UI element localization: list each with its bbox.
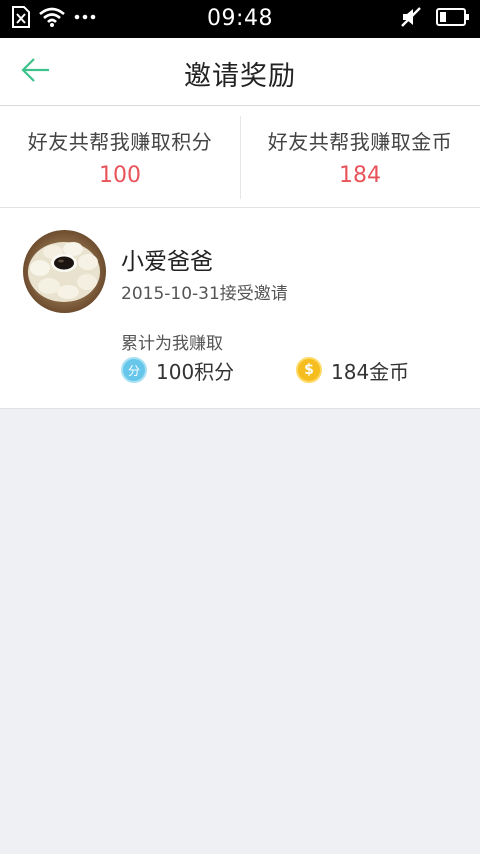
earnings-summary: 好友共帮我赚取积分 100 好友共帮我赚取金币 184 bbox=[0, 106, 480, 208]
coins-summary-value: 184 bbox=[339, 163, 381, 188]
status-right-icons bbox=[400, 6, 470, 32]
avatar bbox=[23, 230, 106, 313]
invite-accepted-date: 2015-10-31接受邀请 bbox=[121, 284, 288, 304]
points-summary: 好友共帮我赚取积分 100 bbox=[0, 106, 240, 207]
earned-points-text: 100积分 bbox=[156, 359, 235, 384]
friend-name: 小爱爸爸 bbox=[121, 249, 213, 275]
battery-icon bbox=[436, 7, 470, 31]
app-header: 邀请奖励 bbox=[0, 38, 480, 106]
invite-rewards-screen: 09:48 邀请奖励 好友共帮我赚取积分 100 好友共帮我赚取金币 184 小… bbox=[0, 0, 480, 854]
points-summary-value: 100 bbox=[99, 163, 141, 188]
coins-summary-label: 好友共帮我赚取金币 bbox=[267, 130, 453, 154]
earned-coins-text: 184金币 bbox=[331, 359, 410, 384]
points-summary-label: 好友共帮我赚取积分 bbox=[27, 130, 213, 154]
earned-for-me-label: 累计为我赚取 bbox=[121, 334, 223, 354]
page-title: 邀请奖励 bbox=[184, 61, 296, 92]
earned-coins: $ 184金币 bbox=[296, 355, 409, 385]
gold-coin-icon: $ bbox=[296, 357, 322, 383]
mute-icon bbox=[400, 6, 422, 32]
coins-summary: 好友共帮我赚取金币 184 bbox=[240, 106, 480, 207]
friend-list-item[interactable]: 小爱爸爸 2015-10-31接受邀请 累计为我赚取 分 100积分 $ 184… bbox=[0, 208, 480, 409]
status-bar: 09:48 bbox=[0, 0, 480, 38]
points-icon: 分 bbox=[121, 357, 147, 383]
earned-points: 分 100积分 bbox=[121, 355, 234, 385]
